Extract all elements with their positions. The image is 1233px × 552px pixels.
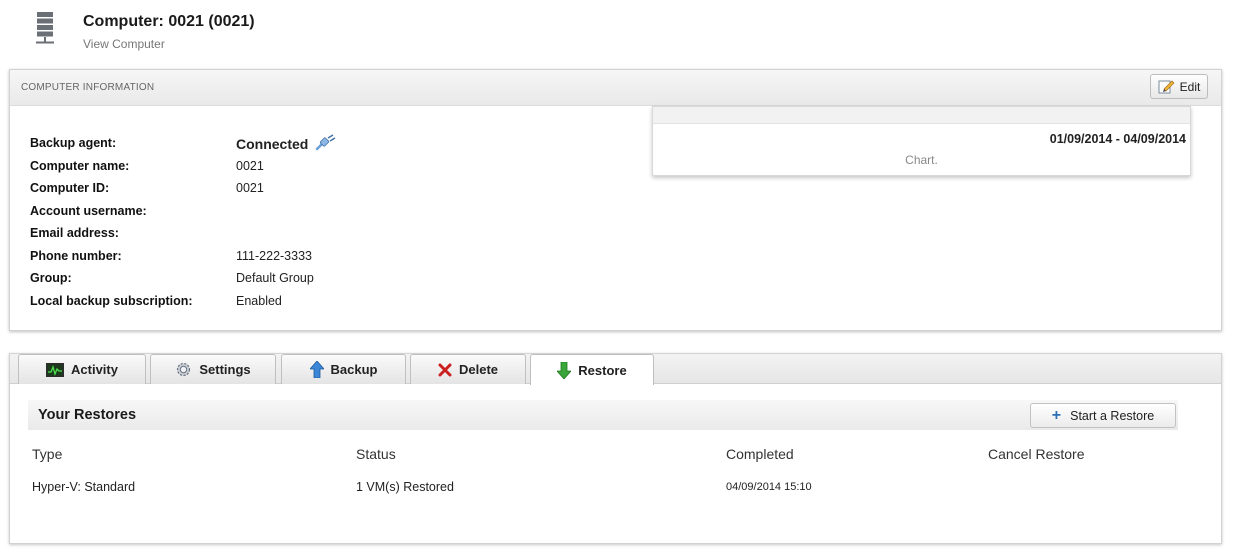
detail-label: Email address: <box>30 226 119 241</box>
column-header-completed: Completed <box>726 446 794 462</box>
edit-label: Edit <box>1179 79 1201 94</box>
tab-label: Restore <box>578 362 627 378</box>
restore-completed-cell: 04/09/2014 15:10 <box>726 481 812 493</box>
chart-date-range: 01/09/2014 - 04/09/2014 <box>1049 132 1186 146</box>
column-header-status: Status <box>356 446 396 462</box>
start-restore-button[interactable]: + Start a Restore <box>1030 403 1176 428</box>
detail-label: Phone number: <box>30 248 122 263</box>
detail-value: Default Group <box>236 271 314 286</box>
detail-label: Backup agent: <box>30 136 117 151</box>
restore-status-cell: 1 VM(s) Restored <box>356 480 454 494</box>
backup-agent-status: Connected <box>236 136 309 153</box>
tab-label: Backup <box>330 362 378 377</box>
up-arrow-icon <box>309 361 324 378</box>
pencil-icon <box>1158 80 1175 94</box>
tab-strip: Activity Settings Backup Delete Restore <box>10 354 1221 385</box>
page-title: Computer: 0021 (0021) <box>83 13 255 30</box>
detail-row-account-username: Account username: <box>30 200 336 223</box>
detail-row-email-address: Email address: <box>30 222 336 245</box>
detail-label: Group: <box>30 271 72 286</box>
red-x-icon <box>438 363 452 376</box>
column-header-cancel-restore: Cancel Restore <box>988 446 1085 462</box>
panel-header: COMPUTER INFORMATION Edit <box>10 70 1221 106</box>
panel-heading: COMPUTER INFORMATION <box>21 82 155 93</box>
detail-row-local-backup-subscription: Local backup subscription: Enabled <box>30 290 336 313</box>
server-icon <box>36 12 54 44</box>
computer-tabs-panel: Activity Settings Backup Delete Restore … <box>9 353 1222 544</box>
tab-label: Activity <box>71 362 118 377</box>
restore-type-cell: Hyper-V: Standard <box>32 480 136 494</box>
detail-label: Computer ID: <box>30 181 110 196</box>
detail-value <box>236 222 336 245</box>
detail-value: 0021 <box>236 181 264 196</box>
detail-label: Local backup subscription: <box>30 293 193 308</box>
gear-icon <box>177 362 191 377</box>
detail-value: 0021 <box>236 158 264 173</box>
edit-button[interactable]: Edit <box>1150 74 1208 99</box>
plus-icon: + <box>1051 406 1062 424</box>
tab-label: Delete <box>458 362 499 377</box>
tab-restore[interactable]: Restore <box>530 354 654 385</box>
tab-activity[interactable]: Activity <box>18 354 146 384</box>
detail-label: Account username: <box>30 203 147 218</box>
detail-row-backup-agent: Backup agent: Connected <box>30 132 336 155</box>
page-header: Computer: 0021 (0021) View Computer <box>36 10 636 54</box>
page-subtitle: View Computer <box>83 37 165 51</box>
tab-label: Settings <box>199 362 251 377</box>
chart-placeholder: Chart. <box>905 153 938 167</box>
tab-settings[interactable]: Settings <box>150 354 276 384</box>
column-header-type: Type <box>32 446 63 462</box>
activity-chart-box: 01/09/2014 - 04/09/2014 Chart. <box>652 106 1191 176</box>
down-arrow-icon <box>557 361 572 379</box>
detail-row-phone-number: Phone number: 111-222-3333 <box>30 245 336 268</box>
detail-value <box>236 200 336 223</box>
restores-header-bar: Your Restores + Start a Restore <box>28 400 1178 430</box>
connected-plug-icon <box>316 134 336 151</box>
detail-row-group: Group: Default Group <box>30 267 336 290</box>
activity-monitor-icon <box>46 362 65 377</box>
detail-value: Enabled <box>236 293 282 308</box>
tab-delete[interactable]: Delete <box>410 354 526 384</box>
detail-value: 111-222-3333 <box>236 248 312 263</box>
start-restore-label: Start a Restore <box>1070 408 1155 423</box>
detail-row-computer-name: Computer name: 0021 <box>30 155 336 178</box>
chart-top-bar <box>653 107 1190 124</box>
detail-row-computer-id: Computer ID: 0021 <box>30 177 336 200</box>
computer-details: Backup agent: Connected Computer name: 0… <box>30 132 336 312</box>
restores-title: Your Restores <box>38 407 137 423</box>
detail-label: Computer name: <box>30 158 130 173</box>
tab-backup[interactable]: Backup <box>281 354 406 384</box>
detail-value: Connected <box>236 132 336 155</box>
computer-information-panel: COMPUTER INFORMATION Edit Backup agent: … <box>9 69 1222 331</box>
